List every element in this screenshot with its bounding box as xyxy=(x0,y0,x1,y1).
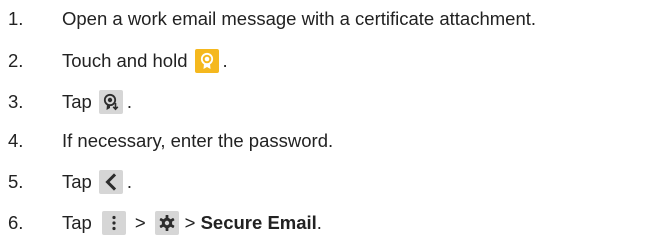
step-number: 1. xyxy=(8,8,24,29)
step-period: . xyxy=(316,212,322,233)
step-text: Open a work email message with a certifi… xyxy=(62,8,537,29)
menu-separator: > xyxy=(184,212,201,233)
step-number: 4. xyxy=(8,130,24,151)
step-number: 2. xyxy=(8,50,24,71)
step-text: Touch and hold xyxy=(62,50,188,71)
step-number: 6. xyxy=(8,212,24,233)
secure-email-label: Secure Email xyxy=(200,212,317,233)
menu-separator: > xyxy=(134,212,146,233)
step-text: Tap xyxy=(62,171,92,192)
step-text: Tap xyxy=(62,91,92,112)
step-period: . xyxy=(126,171,132,192)
step-content: Tap > > Secure Email . xyxy=(62,211,322,235)
step-content: Tap . xyxy=(62,90,132,114)
step-period: . xyxy=(126,91,132,112)
step-number: 5. xyxy=(8,171,24,192)
more-menu-icon xyxy=(101,211,126,235)
step-text: If necessary, enter the password. xyxy=(62,130,334,151)
step-text: Tap xyxy=(62,212,92,233)
settings-gear-icon xyxy=(154,211,179,235)
step-period: . xyxy=(222,50,228,71)
step-content: Touch and hold . xyxy=(62,49,228,73)
back-arrow-icon xyxy=(98,170,123,194)
import-certificate-icon xyxy=(98,90,123,114)
step-content: Tap . xyxy=(62,170,132,194)
step-number: 3. xyxy=(8,91,24,112)
instruction-steps: 1. Open a work email message with a cert… xyxy=(0,0,652,249)
certificate-icon xyxy=(194,49,219,73)
